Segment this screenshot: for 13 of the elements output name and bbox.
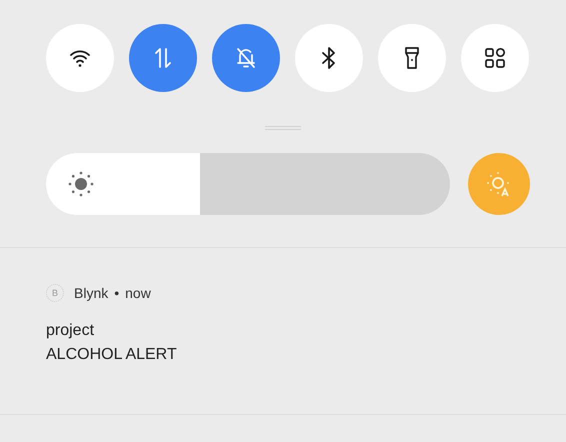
- sun-icon: [68, 171, 94, 197]
- bell-off-icon: [235, 46, 257, 70]
- notification-body: ALCOHOL ALERT: [46, 346, 178, 364]
- grid-icon: [484, 47, 506, 69]
- app-icon: B: [46, 284, 64, 302]
- notification-title: project: [46, 322, 96, 340]
- notification-time: now: [125, 285, 151, 301]
- app-name: Blynk: [74, 285, 108, 301]
- wifi-icon: [69, 48, 91, 68]
- separator-dot: •: [114, 285, 120, 301]
- auto-brightness-icon: [486, 171, 512, 197]
- bluetooth-icon: [321, 46, 337, 70]
- flashlight-icon: [404, 46, 420, 70]
